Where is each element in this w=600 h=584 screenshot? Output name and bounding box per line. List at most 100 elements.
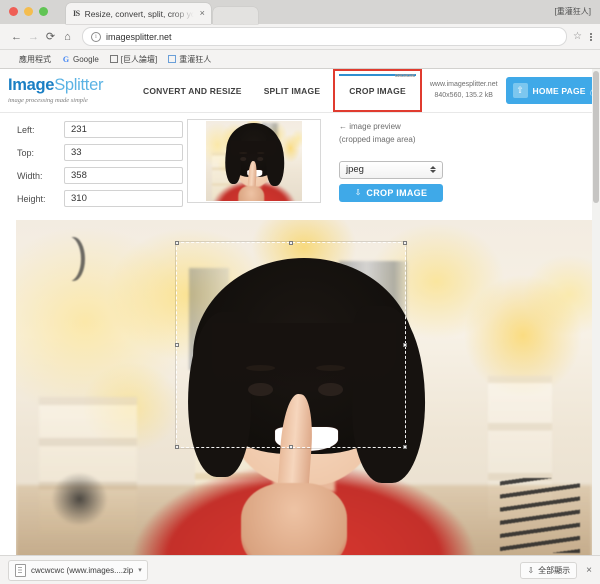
forward-icon[interactable]: → xyxy=(25,28,42,45)
bookmark-label: Google xyxy=(73,54,99,64)
bookmark-square-blue-icon xyxy=(168,55,177,63)
logo-image-part: Image xyxy=(8,76,55,95)
tab-close-icon[interactable]: × xyxy=(200,9,205,18)
file-source: www.imagesplitter.net xyxy=(429,81,498,89)
crop-preview-image xyxy=(206,121,302,201)
width-input[interactable]: 358 xyxy=(64,167,183,184)
tab-favicon-icon: IS xyxy=(73,9,80,18)
field-row-width: Width: 358 xyxy=(8,167,183,184)
chrome-menu-icon[interactable] xyxy=(590,32,592,41)
logo-splitter-part: Splitter xyxy=(54,76,104,95)
nav-item-convert-and-resize[interactable]: CONVERT AND RESIZE xyxy=(132,69,253,112)
crop-fields: Left: 231 Top: 33 Width: 358 Height: 310 xyxy=(8,119,183,213)
download-item[interactable]: cwcwcwc (www.images....zip ▾ xyxy=(8,559,148,581)
field-row-top: Top: 33 xyxy=(8,144,183,161)
new-tab-button[interactable] xyxy=(212,7,258,24)
bookmark-forum[interactable]: [巨人論壇] xyxy=(109,54,157,65)
bookmark-apps[interactable]: 應用程式 xyxy=(8,54,51,65)
apps-grid-icon xyxy=(8,55,16,63)
crop-handle-e[interactable] xyxy=(402,342,407,347)
bookmark-label: 應用程式 xyxy=(19,54,51,64)
download-shelf: cwcwcwc (www.images....zip ▾ ⇩ 全部顯示 × xyxy=(0,555,600,584)
file-icon xyxy=(15,563,26,577)
crop-selection-box[interactable] xyxy=(174,241,407,449)
image-canvas[interactable] xyxy=(16,220,592,555)
decor-moon xyxy=(62,237,85,281)
download-file-name: cwcwcwc (www.images....zip xyxy=(31,565,134,575)
format-select[interactable]: jpeg xyxy=(339,160,443,179)
crop-controls: Left: 231 Top: 33 Width: 358 Height: 310 xyxy=(0,113,600,217)
bookmark-label: 重灌狂人 xyxy=(179,54,212,64)
nav-item-label: SPLIT IMAGE xyxy=(263,85,321,96)
close-window-button[interactable] xyxy=(9,7,18,16)
page-scrollbar-thumb[interactable] xyxy=(593,71,599,203)
logo-text: ImageSplitter xyxy=(8,77,126,94)
chevron-down-icon[interactable]: ▾ xyxy=(138,566,142,574)
home-button-title: HOME PAGE xyxy=(532,86,586,97)
crop-handle-n[interactable] xyxy=(288,241,293,246)
bookmarks-bar: 應用程式 G Google [巨人論壇] 重灌狂人 xyxy=(0,50,600,69)
file-dimensions-size: 840x560, 135.2 kB xyxy=(434,91,493,99)
download-icon: ⇩ xyxy=(527,565,535,575)
page-viewport: ImageSplitter image processing made simp… xyxy=(0,69,600,555)
home-button-text: HOME PAGE (upload another image) xyxy=(533,81,600,99)
show-all-downloads-button[interactable]: ⇩ 全部顯示 xyxy=(520,561,578,579)
site-header: ImageSplitter image processing made simp… xyxy=(0,69,600,113)
field-label-width: Width: xyxy=(17,170,43,181)
crop-handle-sw[interactable] xyxy=(174,444,179,449)
window-traffic-lights xyxy=(9,7,48,16)
crop-handle-w[interactable] xyxy=(174,342,179,347)
crop-handle-s[interactable] xyxy=(288,444,293,449)
annotation-scribble: cwcwcwc xyxy=(394,73,415,79)
bookmark-google[interactable]: G Google xyxy=(62,55,99,64)
top-input[interactable]: 33 xyxy=(64,144,183,161)
site-nav: CONVERT AND RESIZE SPLIT IMAGE cwcwcwc C… xyxy=(126,69,424,112)
upload-icon: ⇧ xyxy=(512,82,528,98)
minimize-window-button[interactable] xyxy=(24,7,33,16)
browser-tab-active[interactable]: IS Resize, convert, split, crop yo × xyxy=(66,3,211,24)
google-g-icon: G xyxy=(62,54,70,64)
field-row-left: Left: 231 xyxy=(8,121,183,138)
site-tagline: image processing made simple xyxy=(8,96,88,104)
nav-item-split-image[interactable]: SPLIT IMAGE xyxy=(253,69,332,112)
output-controls: ← image preview (cropped image area) jpe… xyxy=(331,119,592,213)
field-row-height: Height: 310 xyxy=(8,190,183,207)
home-icon[interactable]: ⌂ xyxy=(59,28,76,45)
home-page-button[interactable]: ⇧ HOME PAGE (upload another image) xyxy=(505,77,600,104)
page-scrollbar[interactable] xyxy=(592,69,600,555)
crop-save-icon: ⇩ xyxy=(354,188,362,198)
height-input[interactable]: 310 xyxy=(64,190,183,207)
maximize-window-button[interactable] xyxy=(39,7,48,16)
download-shelf-actions: ⇩ 全部顯示 × xyxy=(520,561,592,579)
bookmark-star-icon[interactable]: ☆ xyxy=(573,31,582,42)
nav-item-label: CROP IMAGE xyxy=(349,85,406,96)
tab-strip: IS Resize, convert, split, crop yo × [重灌… xyxy=(0,0,600,24)
nav-item-label: CONVERT AND RESIZE xyxy=(143,85,242,96)
preview-note: ← image preview (cropped image area) xyxy=(339,121,592,147)
crop-handle-se[interactable] xyxy=(402,444,407,449)
bookmark-site[interactable]: 重灌狂人 xyxy=(168,54,211,65)
field-label-height: Height: xyxy=(17,193,46,204)
show-all-downloads-label: 全部顯示 xyxy=(538,565,571,575)
site-info-icon[interactable]: i xyxy=(91,31,101,42)
back-icon[interactable]: ← xyxy=(8,28,25,45)
close-download-shelf-icon[interactable]: × xyxy=(586,565,592,576)
address-bar-url: imagesplitter.net xyxy=(106,31,172,42)
format-select-value: jpeg xyxy=(346,164,364,176)
crop-handle-ne[interactable] xyxy=(402,241,407,246)
chevron-updown-icon xyxy=(430,166,436,174)
reload-icon[interactable]: ⟳ xyxy=(42,28,59,45)
browser-window: IS Resize, convert, split, crop yo × [重灌… xyxy=(0,0,600,584)
address-bar[interactable]: i imagesplitter.net xyxy=(82,27,568,46)
window-owner-label: [重灌狂人] xyxy=(554,7,591,16)
crop-handle-nw[interactable] xyxy=(174,241,179,246)
site-logo[interactable]: ImageSplitter image processing made simp… xyxy=(8,77,126,104)
preview-note-line-1: ← image preview xyxy=(339,122,401,131)
nav-item-crop-image[interactable]: cwcwcwc CROP IMAGE xyxy=(333,69,422,112)
browser-toolbar: ← → ⟳ ⌂ i imagesplitter.net ☆ xyxy=(0,24,600,50)
crop-image-button-label: CROP IMAGE xyxy=(366,187,428,198)
left-input[interactable]: 231 xyxy=(64,121,183,138)
crop-image-button[interactable]: ⇩ CROP IMAGE xyxy=(339,183,443,202)
file-info: www.imagesplitter.net 840x560, 135.2 kB xyxy=(430,80,498,100)
tab-title: Resize, convert, split, crop yo xyxy=(84,8,196,19)
